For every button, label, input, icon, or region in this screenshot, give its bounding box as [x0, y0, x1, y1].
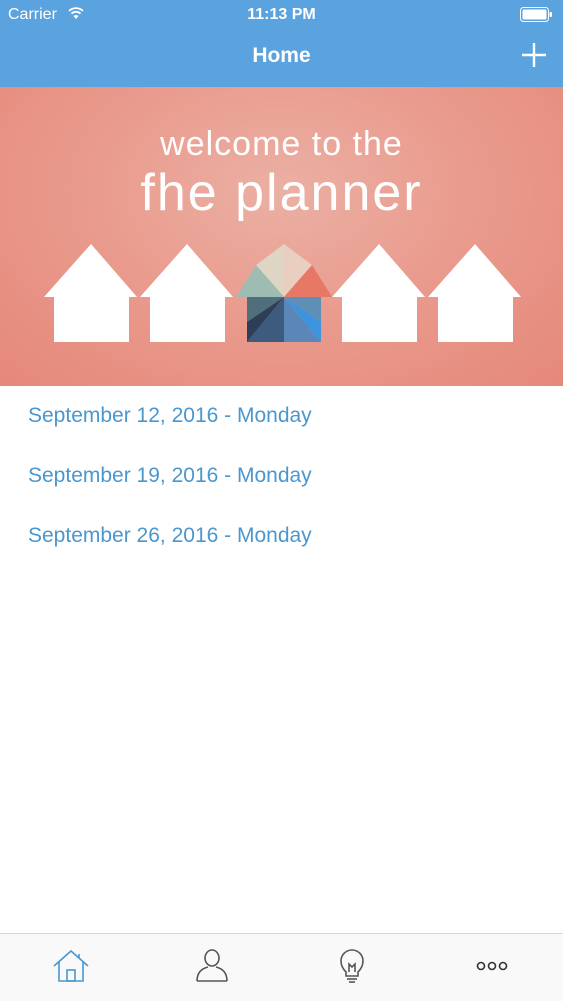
status-time: 11:13 PM — [247, 6, 316, 23]
colorful-house — [236, 244, 332, 342]
house-4 — [332, 244, 425, 342]
meeting-item[interactable]: September 19, 2016 - Monday — [0, 446, 563, 506]
home-icon — [53, 949, 89, 982]
houses-illustration — [44, 244, 521, 342]
tab-ideas[interactable] — [332, 946, 372, 986]
welcome-banner: welcome to the fhe planner — [0, 87, 563, 386]
house-2 — [140, 244, 233, 342]
meeting-item[interactable]: September 26, 2016 - Monday — [0, 506, 563, 566]
add-button[interactable] — [519, 40, 549, 70]
meeting-item[interactable]: September 12, 2016 - Monday — [0, 386, 563, 446]
tab-profile[interactable] — [192, 946, 232, 986]
tab-bar — [0, 933, 563, 1001]
header: Carrier 11:13 PM Home — [0, 0, 563, 87]
more-icon — [476, 961, 508, 971]
house-5 — [428, 244, 521, 342]
battery-icon — [520, 7, 552, 22]
lightbulb-icon — [340, 949, 364, 983]
person-icon — [196, 949, 228, 982]
status-bar: Carrier 11:13 PM — [0, 0, 563, 30]
house-1 — [44, 244, 137, 342]
banner-welcome-text: welcome to the — [160, 125, 403, 163]
page-title: Home — [252, 44, 311, 67]
banner-app-name: fhe planner — [140, 164, 423, 222]
tab-more[interactable] — [472, 946, 512, 986]
meeting-list: September 12, 2016 - Monday September 19… — [0, 386, 563, 566]
tab-home[interactable] — [51, 946, 91, 986]
